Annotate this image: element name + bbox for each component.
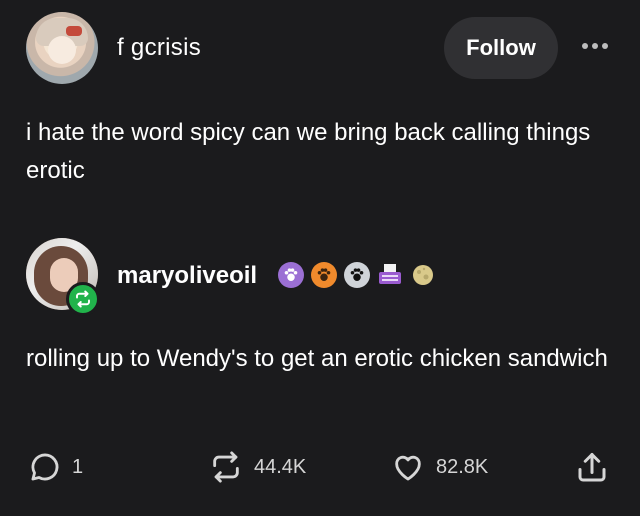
- reply-count: 1: [72, 455, 84, 478]
- like-button[interactable]: 82.8K: [390, 450, 488, 484]
- reblog-button[interactable]: 44.4K: [208, 450, 306, 484]
- paw-badge-dark-icon[interactable]: [344, 262, 370, 288]
- reblog-count: 44.4K: [254, 455, 307, 478]
- like-count: 82.8K: [436, 455, 489, 478]
- post-text: i hate the word spicy can we bring back …: [26, 119, 591, 184]
- user-badges: [278, 262, 436, 288]
- paw-badge-purple-icon[interactable]: [278, 262, 304, 288]
- reblog-text: rolling up to Wendy's to get an erotic c…: [26, 345, 608, 372]
- post-avatar[interactable]: [26, 12, 98, 84]
- reblog-badge-icon: [66, 282, 100, 316]
- more-options-icon[interactable]: [582, 36, 616, 56]
- typewriter-badge-icon[interactable]: [377, 262, 403, 288]
- post-username[interactable]: f gcrisis: [117, 34, 201, 62]
- reply-button[interactable]: 1: [28, 450, 83, 484]
- share-icon: [578, 453, 606, 482]
- reblog-username[interactable]: maryoliveoil: [117, 262, 257, 290]
- follow-button[interactable]: Follow: [444, 17, 558, 79]
- heart-icon: [395, 455, 421, 481]
- reply-icon: [31, 453, 59, 481]
- share-button[interactable]: [574, 450, 610, 486]
- paw-badge-orange-icon[interactable]: [311, 262, 337, 288]
- action-bar: 1 44.4K 82.8K: [0, 440, 640, 500]
- moon-badge-icon[interactable]: [410, 262, 436, 288]
- reblog-icon: [213, 451, 239, 483]
